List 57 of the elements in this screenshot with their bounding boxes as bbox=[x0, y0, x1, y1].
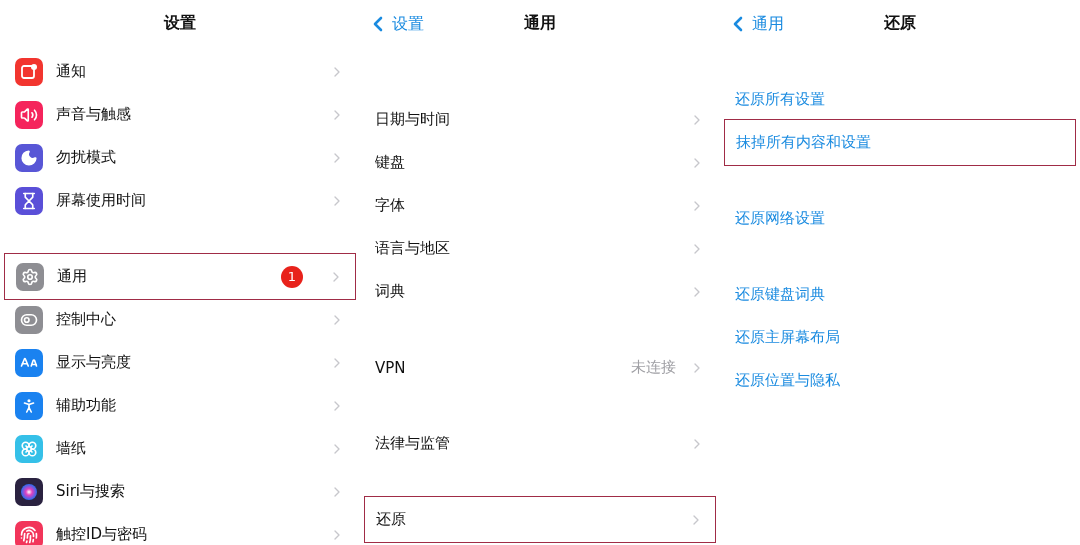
settings-row[interactable]: 还原网络设置 bbox=[720, 197, 1080, 240]
status-text: 未连接 bbox=[631, 358, 676, 377]
settings-row[interactable]: 日期与时间 bbox=[360, 98, 720, 141]
settings-row[interactable]: 字体 bbox=[360, 184, 720, 227]
row-label: 语言与地区 bbox=[375, 239, 451, 258]
row-label: 通用 bbox=[57, 267, 88, 286]
highlighted-row[interactable]: 通用 1 bbox=[4, 253, 356, 300]
settings-row[interactable]: 词典 bbox=[360, 270, 720, 313]
settings-row[interactable]: 键盘 bbox=[360, 141, 720, 184]
row-label: 勿扰模式 bbox=[56, 148, 117, 167]
row-label: 控制中心 bbox=[56, 310, 117, 329]
reset-option: 还原主屏幕布局 bbox=[735, 328, 1065, 347]
row-label: 字体 bbox=[375, 196, 406, 215]
reset-option: 还原所有设置 bbox=[735, 90, 1065, 109]
reset-option: 抹掉所有内容和设置 bbox=[736, 133, 1064, 152]
settings-row[interactable]: 声音与触感 bbox=[0, 93, 360, 136]
row-label: 声音与触感 bbox=[56, 105, 132, 124]
row-label: 通知 bbox=[56, 62, 87, 81]
screen-title: 通用 bbox=[524, 12, 556, 34]
highlighted-row[interactable]: 抹掉所有内容和设置 bbox=[724, 119, 1076, 166]
settings-row[interactable]: Siri与搜索 bbox=[0, 470, 360, 513]
row-label: 词典 bbox=[375, 282, 406, 301]
reset-option: 还原网络设置 bbox=[735, 209, 1065, 228]
reset-option: 还原位置与隐私 bbox=[735, 371, 1065, 390]
row-label: 显示与亮度 bbox=[56, 353, 132, 372]
row-label: 法律与监管 bbox=[375, 434, 451, 453]
row-label: 日期与时间 bbox=[375, 110, 451, 129]
row-label: VPN bbox=[375, 358, 407, 377]
settings-row[interactable]: 法律与监管 bbox=[360, 422, 720, 465]
settings-row[interactable]: 勿扰模式 bbox=[0, 136, 360, 179]
row-label: 屏幕使用时间 bbox=[56, 191, 147, 210]
count-badge: 1 bbox=[281, 265, 303, 288]
settings-row[interactable]: 还原键盘词典 bbox=[720, 273, 1080, 316]
reset-option: 还原键盘词典 bbox=[735, 285, 1065, 304]
row-label: 键盘 bbox=[375, 153, 406, 172]
settings-row[interactable]: 触控ID与密码 bbox=[0, 513, 360, 545]
row-label: Siri与搜索 bbox=[56, 482, 127, 501]
row-label: 触控ID与密码 bbox=[56, 525, 148, 544]
settings-row[interactable]: 还原所有设置 bbox=[720, 78, 1080, 121]
row-label: 还原 bbox=[376, 510, 407, 529]
settings-row[interactable]: 控制中心 bbox=[0, 298, 360, 341]
screen-title: 还原 bbox=[884, 12, 916, 34]
back-button[interactable]: 设置 bbox=[366, 12, 424, 36]
row-label: 墙纸 bbox=[56, 439, 87, 458]
settings-row[interactable]: 还原位置与隐私 bbox=[720, 359, 1080, 402]
settings-row[interactable]: 通知 bbox=[0, 50, 360, 93]
settings-row[interactable]: VPN 未连接 bbox=[360, 346, 720, 389]
back-button[interactable]: 通用 bbox=[726, 12, 784, 36]
row-label: 辅助功能 bbox=[56, 396, 117, 415]
settings-row[interactable]: 屏幕使用时间 bbox=[0, 179, 360, 222]
screen-title: 设置 bbox=[164, 12, 196, 34]
settings-row[interactable]: 还原主屏幕布局 bbox=[720, 316, 1080, 359]
settings-row[interactable]: 墙纸 bbox=[0, 427, 360, 470]
settings-row[interactable]: 辅助功能 bbox=[0, 384, 360, 427]
settings-row[interactable]: 语言与地区 bbox=[360, 227, 720, 270]
settings-row[interactable]: 显示与亮度 bbox=[0, 341, 360, 384]
highlighted-row[interactable]: 还原 bbox=[364, 496, 716, 543]
